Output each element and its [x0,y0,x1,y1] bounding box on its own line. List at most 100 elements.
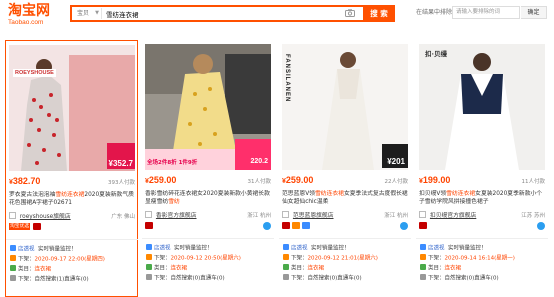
plugin-info: 店透视 实时销量监控！ 下架：2020-09-12 21:01(星期六) 类目：… [283,244,409,284]
divider [6,239,138,240]
chevron-down-icon: ▼ [95,10,99,16]
price-row: ¥382.70 393人付款 [9,176,135,190]
product-card[interactable]: FANSILANEN ¥201 ¥259.00 22人付款 范思蓝恩V领雪纺连衣… [279,40,412,297]
shop-insight-link[interactable]: 店透视 [428,246,445,252]
shop-insight-icon [283,244,289,250]
clock-icon [420,254,426,260]
price-row: ¥259.00 31人付款 [145,175,271,189]
sold-count: 22人付款 [384,179,409,185]
shop-name[interactable]: 香影官方旗舰店 [156,213,197,219]
product-image[interactable]: ROEYSHOUSE ¥352.7 [9,45,135,171]
exclude-input[interactable]: 请输入要排除的词 [452,6,520,19]
promo-price: 220.2 [250,158,268,165]
search-stats-icon [283,274,289,280]
plugin-info: 店透视 实时销量监控！ 下架：2020-09-17 22:00(星期四) 类目：… [10,245,136,285]
product-card[interactable]: 全场2件8折 1件9折 220.2 ¥259.00 31人付款 香影雪纺碎花连衣… [142,40,275,297]
globe-icon [400,222,408,230]
divider [279,238,411,239]
price-row: ¥199.00 11人付款 [419,175,545,189]
promo-banner: 全场2件8折 1件9折 [147,160,198,166]
shop-icon [145,211,152,218]
promo-price: ¥352.7 [108,159,133,168]
category-icon [146,264,152,270]
logo-text-cn: 淘宝网 [8,3,50,19]
globe-icon [263,222,271,230]
brand-watermark: ROEYSHOUSE [13,69,56,77]
shop-insight-icon [146,244,152,250]
product-title[interactable]: 范思蓝恩V领雪纺连衣裙女夏季法式复古度假长裙仙女超仙chic温柔 [282,190,408,206]
search-box: 宝贝 ▼ [70,5,365,22]
tags-row [419,222,545,232]
shop-row: roeyshouse旗舰店 广东 佛山 [9,211,135,221]
plugin-info: 店透视 实时销量监控！ 下架：2020-09-14 16:14(星期一) 类目：… [420,244,546,284]
search-category-select[interactable]: 宝贝 ▼ [74,8,102,19]
globe-icon [537,222,545,230]
location: 广东 佛山 [111,214,135,220]
location: 浙江 杭州 [247,213,271,219]
search-category-label: 宝贝 [77,10,90,17]
price: ¥259.00 [282,175,314,185]
sold-count: 393人付款 [108,180,135,186]
shop-row: 范思蓝恩旗舰店 浙江 杭州 [282,210,408,220]
shop-icon [9,212,16,219]
tags-row [145,222,271,232]
shop-insight-icon [420,244,426,250]
product-title[interactable]: 扣贝缦V领雪纺连衣裙女夏装2020夏季新款小个子雪纺学院风拼接撞色裙子 [419,190,545,206]
shop-insight-link[interactable]: 店透视 [154,246,171,252]
shop-icon [419,211,426,218]
service-icon [301,222,310,229]
exclude-label: 在结果中排除 [416,9,453,16]
clock-icon [283,254,289,260]
search-stats-icon [146,274,152,280]
clock-icon [146,254,152,260]
tags-row [282,222,408,232]
divider [142,238,274,239]
gift-icon [291,222,300,229]
sold-count: 11人付款 [521,179,546,185]
product-image[interactable]: FANSILANEN ¥201 [282,44,408,170]
product-title[interactable]: 香影雪纺碎花连衣裙女2020夏装新款小黄裙长款显瘦雪纺雪纺 [145,190,271,206]
shop-insight-link[interactable]: 店透视 [18,247,35,253]
brand-watermark: 扣·贝缦 [425,50,447,58]
tmall-icon [33,223,42,230]
product-card[interactable]: 扣·贝缦 ¥199.00 11人付款 扣贝缦V领雪纺连衣裙女夏装2020夏季新款… [416,40,549,297]
location: 浙江 杭州 [384,213,408,219]
shop-name[interactable]: 范思蓝恩旗舰店 [293,213,334,219]
tags-row: 淘宝优选 [9,223,135,233]
price: ¥382.70 [9,176,41,186]
shop-icon [282,211,289,218]
location: 江苏 苏州 [521,213,545,219]
clock-icon [10,255,16,261]
product-image[interactable]: 全场2件8折 1件9折 220.2 [145,44,271,170]
product-title[interactable]: 罗衣夏古法泡泡袖雪纺连衣裙2020夏装新款气质花色围裙A字裙子02671 [9,191,135,207]
category-icon [10,265,16,271]
exclude-confirm-button[interactable]: 确定 [521,6,547,19]
tmall-icon [419,222,427,229]
sold-count: 31人付款 [247,179,272,185]
shop-row: 扣贝缦官方旗舰店 江苏 苏州 [419,210,545,220]
search-input[interactable] [106,7,336,20]
search-stats-icon [420,274,426,280]
price-row: ¥259.00 22人付款 [282,175,408,189]
price: ¥259.00 [145,175,177,185]
shop-name[interactable]: 扣贝缦官方旗舰店 [430,213,476,219]
price: ¥199.00 [419,175,451,185]
camera-icon[interactable] [345,9,355,17]
shop-insight-icon [10,245,16,251]
logo-text-en: Taobao.com [8,19,44,26]
taobao-logo[interactable]: 淘宝网 Taobao.com [8,4,56,28]
shop-name[interactable]: roeyshouse旗舰店 [20,214,71,220]
brand-watermark: FANSILANEN [284,54,290,103]
shop-insight-link[interactable]: 店透视 [291,246,308,252]
category-icon [283,264,289,270]
header: 淘宝网 Taobao.com 宝贝 ▼ 搜 索 在结果中排除 请输入要排除的词 … [0,0,554,33]
search-stats-icon [10,275,16,281]
shop-row: 香影官方旗舰店 浙江 杭州 [145,210,271,220]
tmall-icon [282,222,290,229]
divider [416,238,548,239]
search-button[interactable]: 搜 索 [363,5,395,22]
tmall-icon [145,222,153,229]
product-image[interactable]: 扣·贝缦 [419,44,545,170]
product-card[interactable]: ROEYSHOUSE ¥352.7 ¥382.70 393人付款 罗衣夏古法泡泡… [5,40,138,297]
promo-price: ¥201 [387,157,405,166]
